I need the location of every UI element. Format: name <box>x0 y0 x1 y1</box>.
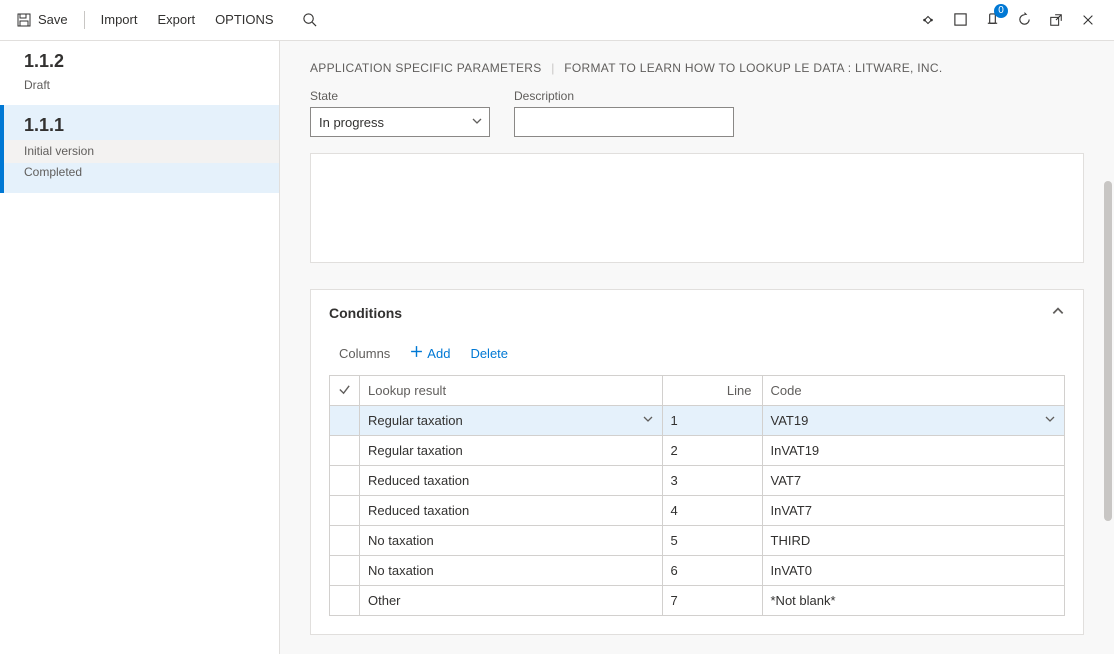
import-button[interactable]: Import <box>93 8 146 31</box>
chevron-down-icon <box>642 413 654 428</box>
delete-button[interactable]: Delete <box>470 346 508 361</box>
table-row[interactable]: Other 7 *Not blank* <box>330 586 1065 616</box>
main-layout: 1.1.2 Draft 1.1.1 Initial version Comple… <box>0 40 1114 654</box>
header-lookup[interactable]: Lookup result <box>360 376 663 406</box>
row-select[interactable] <box>330 436 360 466</box>
description-input[interactable] <box>514 107 734 137</box>
toolbar-left: Save Import Export OPTIONS <box>8 8 326 32</box>
cell-line[interactable]: 7 <box>662 586 762 616</box>
row-select[interactable] <box>330 586 360 616</box>
sidebar-item-status: Draft <box>24 76 263 95</box>
state-label: State <box>310 89 490 103</box>
row-select[interactable] <box>330 496 360 526</box>
chevron-down-icon <box>471 115 483 130</box>
upper-panel <box>310 153 1084 263</box>
search-icon <box>302 12 318 28</box>
cell-code[interactable]: THIRD <box>762 526 1065 556</box>
conditions-header[interactable]: Conditions <box>311 290 1083 335</box>
toolbar-separator <box>84 11 85 29</box>
chevron-up-icon <box>1051 304 1065 321</box>
row-select[interactable] <box>330 526 360 556</box>
state-value: In progress <box>319 115 384 130</box>
cell-line[interactable]: 6 <box>662 556 762 586</box>
cell-lookup[interactable]: Other <box>360 586 663 616</box>
cell-code[interactable]: InVAT19 <box>762 436 1065 466</box>
header-line[interactable]: Line <box>662 376 762 406</box>
sidebar-item-status: Completed <box>24 163 263 182</box>
cell-lookup[interactable]: Reduced taxation <box>360 466 663 496</box>
sidebar-item-111[interactable]: 1.1.1 Initial version Completed <box>0 105 279 192</box>
cell-code[interactable]: VAT19 <box>762 406 1065 436</box>
version-sidebar: 1.1.2 Draft 1.1.1 Initial version Comple… <box>0 41 280 654</box>
sidebar-item-title: 1.1.2 <box>24 51 263 72</box>
table-row[interactable]: No taxation 6 InVAT0 <box>330 556 1065 586</box>
office-icon[interactable] <box>950 10 970 30</box>
columns-button[interactable]: Columns <box>339 346 390 361</box>
cell-line[interactable]: 2 <box>662 436 762 466</box>
cell-line[interactable]: 4 <box>662 496 762 526</box>
header-fields: State In progress Description <box>280 89 1114 153</box>
breadcrumb-part-2: FORMAT TO LEARN HOW TO LOOKUP LE DATA : … <box>564 61 942 75</box>
sidebar-item-description: Initial version <box>4 140 279 163</box>
header-code[interactable]: Code <box>762 376 1065 406</box>
breadcrumb-part-1: APPLICATION SPECIFIC PARAMETERS <box>310 61 542 75</box>
popout-icon[interactable] <box>1046 10 1066 30</box>
export-button[interactable]: Export <box>149 8 203 31</box>
plus-icon <box>410 345 423 361</box>
row-select[interactable] <box>330 406 360 436</box>
scrollbar-thumb[interactable] <box>1104 181 1112 521</box>
save-icon <box>16 12 32 28</box>
options-button[interactable]: OPTIONS <box>207 8 282 31</box>
cell-lookup[interactable]: No taxation <box>360 526 663 556</box>
cell-code[interactable]: VAT7 <box>762 466 1065 496</box>
add-button[interactable]: Add <box>410 345 450 361</box>
cell-lookup[interactable]: Reduced taxation <box>360 496 663 526</box>
conditions-title: Conditions <box>329 305 402 321</box>
description-label: Description <box>514 89 734 103</box>
search-button[interactable] <box>294 8 326 32</box>
row-select[interactable] <box>330 556 360 586</box>
save-button[interactable]: Save <box>8 8 76 32</box>
header-select-all[interactable] <box>330 376 360 406</box>
chevron-down-icon <box>1044 413 1056 428</box>
save-label: Save <box>38 12 68 27</box>
conditions-grid-wrap: Lookup result Line Code Regular taxatio <box>311 375 1083 634</box>
table-row[interactable]: Reduced taxation 3 VAT7 <box>330 466 1065 496</box>
conditions-toolbar: Columns Add Delete <box>311 335 1083 375</box>
cell-lookup[interactable]: Regular taxation <box>360 406 663 436</box>
connector-icon[interactable] <box>918 10 938 30</box>
cell-line[interactable]: 5 <box>662 526 762 556</box>
table-row[interactable]: Regular taxation 2 InVAT19 <box>330 436 1065 466</box>
cell-code[interactable]: InVAT0 <box>762 556 1065 586</box>
cell-line[interactable]: 1 <box>662 406 762 436</box>
scrollbar[interactable] <box>1100 181 1114 561</box>
row-select[interactable] <box>330 466 360 496</box>
grid-header-row: Lookup result Line Code <box>330 376 1065 406</box>
cell-line[interactable]: 3 <box>662 466 762 496</box>
cell-lookup[interactable]: Regular taxation <box>360 436 663 466</box>
content-area: APPLICATION SPECIFIC PARAMETERS | FORMAT… <box>280 41 1114 654</box>
conditions-panel: Conditions Columns Add Delete <box>310 289 1084 635</box>
sidebar-item-title: 1.1.1 <box>24 115 263 136</box>
toolbar-right: 0 <box>918 10 1106 30</box>
table-row[interactable]: Regular taxation 1 VAT19 <box>330 406 1065 436</box>
state-select[interactable]: In progress <box>310 107 490 137</box>
cell-code[interactable]: *Not blank* <box>762 586 1065 616</box>
cell-lookup[interactable]: No taxation <box>360 556 663 586</box>
notifications-icon[interactable]: 0 <box>982 10 1002 30</box>
cell-code[interactable]: InVAT7 <box>762 496 1065 526</box>
notification-count: 0 <box>994 4 1008 18</box>
breadcrumb-separator: | <box>551 61 554 75</box>
state-field: State In progress <box>310 89 490 137</box>
conditions-grid: Lookup result Line Code Regular taxatio <box>329 375 1065 616</box>
sidebar-item-112[interactable]: 1.1.2 Draft <box>0 41 279 105</box>
description-field: Description <box>514 89 734 137</box>
content-scroll[interactable]: APPLICATION SPECIFIC PARAMETERS | FORMAT… <box>280 41 1114 654</box>
breadcrumb: APPLICATION SPECIFIC PARAMETERS | FORMAT… <box>280 41 1114 89</box>
table-row[interactable]: Reduced taxation 4 InVAT7 <box>330 496 1065 526</box>
close-icon[interactable] <box>1078 10 1098 30</box>
table-row[interactable]: No taxation 5 THIRD <box>330 526 1065 556</box>
refresh-icon[interactable] <box>1014 10 1034 30</box>
app-toolbar: Save Import Export OPTIONS 0 <box>0 0 1114 40</box>
